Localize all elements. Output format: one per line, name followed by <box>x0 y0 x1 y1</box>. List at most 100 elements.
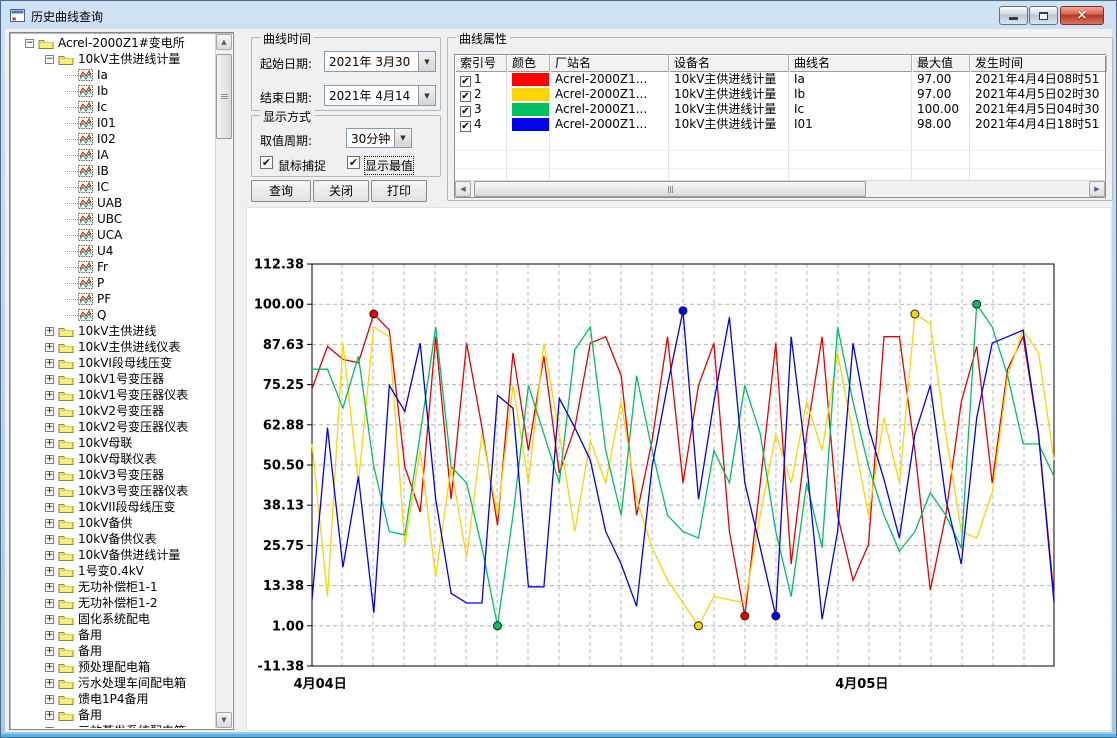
tree-item-folder-41[interactable]: +馈电1P4备用 <box>11 691 215 707</box>
tree-item-folder-1[interactable]: −10kV主供进线计量 <box>11 51 215 67</box>
collapse-icon[interactable]: − <box>25 39 34 48</box>
tree-item-folder-20[interactable]: +10kVI段母线压变 <box>11 355 215 371</box>
tree-item-curve-10[interactable]: UAB <box>11 195 215 211</box>
tree-item-folder-32[interactable]: +10kV备供进线计量 <box>11 547 215 563</box>
tree-item-curve-4[interactable]: Ic <box>11 99 215 115</box>
period-combo[interactable]: 30分钟 ▼ <box>346 128 412 148</box>
expand-icon[interactable]: + <box>45 327 54 336</box>
history-curve-chart[interactable]: 112.38100.0087.6375.2562.8850.5038.1325.… <box>246 207 1112 731</box>
row-checkbox[interactable]: ✔ <box>460 91 471 102</box>
tree-item-folder-43[interactable]: +三效蒸发系统配电箱 <box>11 723 215 728</box>
table-row-I01[interactable]: ✔4Acrel-2000Z1...10kV主供进线计量I0198.002021年… <box>455 117 1105 132</box>
expand-icon[interactable]: + <box>45 535 54 544</box>
close-dialog-button[interactable]: 关闭 <box>313 180 369 202</box>
mouse-capture-label[interactable]: 鼠标捕捉 <box>278 157 326 174</box>
tree-item-folder-33[interactable]: +1号变0.4kV <box>11 563 215 579</box>
expand-icon[interactable]: + <box>45 727 54 729</box>
expand-icon[interactable]: + <box>45 423 54 432</box>
expand-icon[interactable]: + <box>45 391 54 400</box>
tree-item-folder-30[interactable]: +10kV备供 <box>11 515 215 531</box>
expand-icon[interactable]: + <box>45 551 54 560</box>
expand-icon[interactable]: + <box>45 679 54 688</box>
table-row-Ia[interactable]: ✔1Acrel-2000Z1...10kV主供进线计量Ia97.002021年4… <box>455 72 1105 87</box>
tree-item-curve-14[interactable]: Fr <box>11 259 215 275</box>
tree-item-curve-17[interactable]: Q <box>11 307 215 323</box>
row-checkbox[interactable]: ✔ <box>460 121 471 132</box>
tree-item-folder-36[interactable]: +固化系统配电 <box>11 611 215 627</box>
expand-icon[interactable]: + <box>45 455 54 464</box>
expand-icon[interactable]: + <box>45 615 54 624</box>
query-button[interactable]: 查询 <box>251 180 311 202</box>
tree-item-folder-19[interactable]: +10kV主供进线仪表 <box>11 339 215 355</box>
tree-item-folder-42[interactable]: +备用 <box>11 707 215 723</box>
row-checkbox[interactable]: ✔ <box>460 76 471 87</box>
expand-icon[interactable]: + <box>45 599 54 608</box>
tree-item-curve-8[interactable]: IB <box>11 163 215 179</box>
print-button[interactable]: 打印 <box>371 180 427 202</box>
collapse-icon[interactable]: − <box>45 55 54 64</box>
show-extremes-checkbox[interactable]: ✔ <box>347 156 360 169</box>
expand-icon[interactable]: + <box>45 375 54 384</box>
expand-icon[interactable]: + <box>45 519 54 528</box>
tree-item-folder-35[interactable]: +无功补偿柜1-2 <box>11 595 215 611</box>
tree-item-curve-11[interactable]: UBC <box>11 211 215 227</box>
tree-item-curve-7[interactable]: IA <box>11 147 215 163</box>
expand-icon[interactable]: + <box>45 471 54 480</box>
tree-item-folder-40[interactable]: +污水处理车间配电箱 <box>11 675 215 691</box>
expand-icon[interactable]: + <box>45 647 54 656</box>
tree-item-curve-9[interactable]: IC <box>11 179 215 195</box>
tree-item-curve-12[interactable]: UCA <box>11 227 215 243</box>
grid-horizontal-scrollbar[interactable]: ◀ ▶ <box>455 180 1105 197</box>
expand-icon[interactable]: + <box>45 503 54 512</box>
tree-item-folder-34[interactable]: +无功补偿柜1-1 <box>11 579 215 595</box>
tree-item-curve-15[interactable]: P <box>11 275 215 291</box>
scroll-up-icon[interactable]: ▲ <box>216 34 232 50</box>
tree-item-folder-37[interactable]: +备用 <box>11 627 215 643</box>
chart-svg[interactable]: 112.38100.0087.6375.2562.8850.5038.1325.… <box>247 208 1111 730</box>
tree-item-folder-18[interactable]: +10kV主供进线 <box>11 323 215 339</box>
row-checkbox[interactable]: ✔ <box>460 106 471 117</box>
expand-icon[interactable]: + <box>45 711 54 720</box>
expand-icon[interactable]: + <box>45 487 54 496</box>
tree-item-folder-21[interactable]: +10kV1号变压器 <box>11 371 215 387</box>
tree-item-folder-29[interactable]: +10kVII段母线压变 <box>11 499 215 515</box>
start-date-combo[interactable]: 2021年 3月30 ▼ <box>324 51 436 72</box>
tree-item-folder-26[interactable]: +10kV母联仪表 <box>11 451 215 467</box>
show-extremes-label[interactable]: 显示最值 <box>365 157 413 174</box>
scroll-left-icon[interactable]: ◀ <box>455 181 471 197</box>
expand-icon[interactable]: + <box>45 407 54 416</box>
expand-icon[interactable]: + <box>45 359 54 368</box>
close-button[interactable]: × <box>1060 6 1104 25</box>
tree-item-curve-6[interactable]: I02 <box>11 131 215 147</box>
table-row-Ic[interactable]: ✔3Acrel-2000Z1...10kV主供进线计量Ic100.002021年… <box>455 102 1105 117</box>
tree-item-folder-39[interactable]: +预处理配电箱 <box>11 659 215 675</box>
expand-icon[interactable]: + <box>45 663 54 672</box>
tree-item-curve-16[interactable]: PF <box>11 291 215 307</box>
mouse-capture-checkbox[interactable]: ✔ <box>260 156 273 169</box>
tree-item-folder-23[interactable]: +10kV2号变压器 <box>11 403 215 419</box>
expand-icon[interactable]: + <box>45 583 54 592</box>
tree-item-folder-28[interactable]: +10kV3号变压器仪表 <box>11 483 215 499</box>
expand-icon[interactable]: + <box>45 439 54 448</box>
titlebar[interactable]: 历史曲线查询 × <box>1 1 1116 29</box>
scroll-right-icon[interactable]: ▶ <box>1089 181 1105 197</box>
tree-item-curve-2[interactable]: Ia <box>11 67 215 83</box>
chevron-down-icon[interactable]: ▼ <box>394 129 411 147</box>
tree-item-curve-3[interactable]: Ib <box>11 83 215 99</box>
tree-scroll-thumb[interactable] <box>216 54 232 139</box>
expand-icon[interactable]: + <box>45 631 54 640</box>
table-row-Ib[interactable]: ✔2Acrel-2000Z1...10kV主供进线计量Ib97.002021年4… <box>455 87 1105 102</box>
end-date-combo[interactable]: 2021年 4月14 ▼ <box>324 85 436 106</box>
chevron-down-icon[interactable]: ▼ <box>418 52 435 71</box>
tree-item-folder-31[interactable]: +10kV备供仪表 <box>11 531 215 547</box>
tree-item-folder-0[interactable]: −Acrel-2000Z1#变电所 <box>11 35 215 51</box>
scroll-down-icon[interactable]: ▼ <box>216 712 232 728</box>
tree-item-curve-13[interactable]: U4 <box>11 243 215 259</box>
restore-button[interactable] <box>1029 6 1058 25</box>
tree-item-folder-27[interactable]: +10kV3号变压器 <box>11 467 215 483</box>
tree-item-folder-25[interactable]: +10kV母联 <box>11 435 215 451</box>
chevron-down-icon[interactable]: ▼ <box>418 86 435 105</box>
tree-item-folder-22[interactable]: +10kV1号变压器仪表 <box>11 387 215 403</box>
tree-vertical-scrollbar[interactable]: ▲ ▼ <box>215 34 232 728</box>
tree-item-folder-38[interactable]: +备用 <box>11 643 215 659</box>
